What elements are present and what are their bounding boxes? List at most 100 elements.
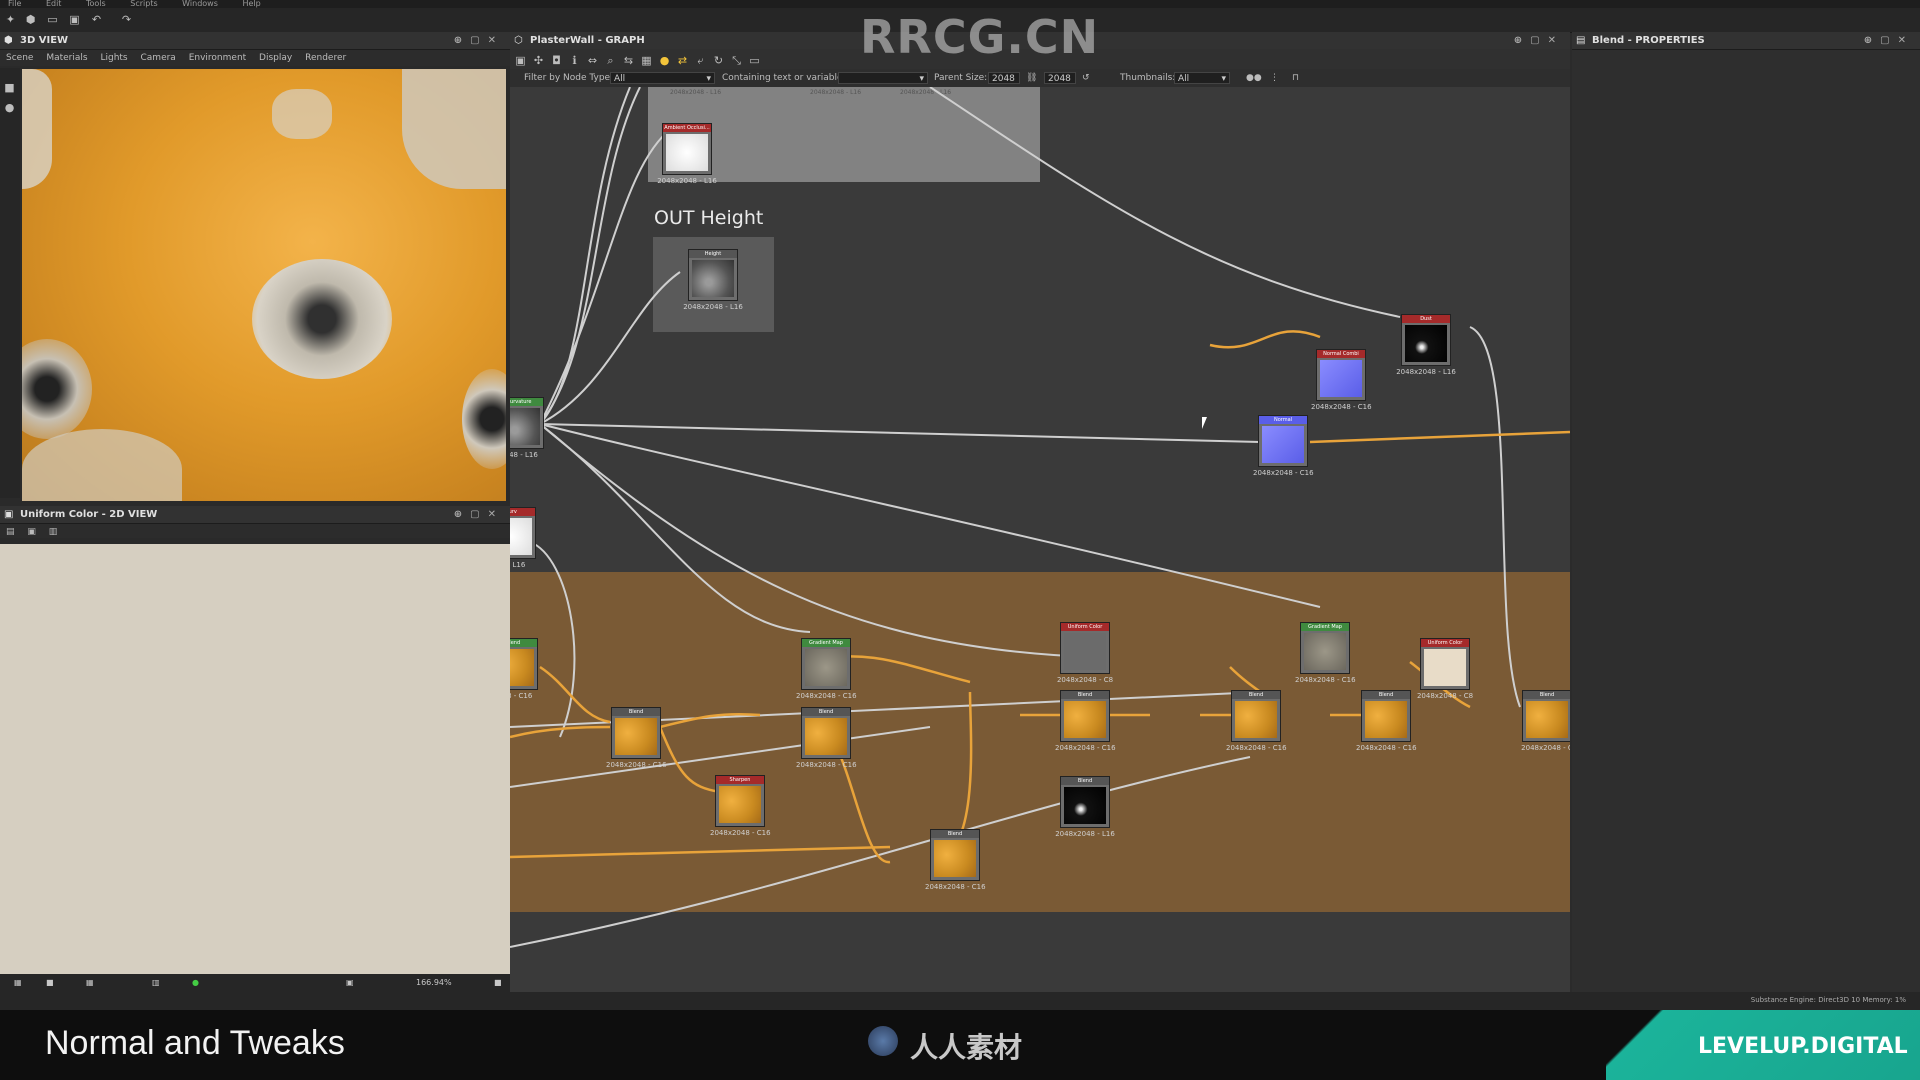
link-icon[interactable]: ⇄	[676, 55, 689, 67]
menu-scripts[interactable]: Scripts	[130, 0, 157, 8]
align-icon[interactable]: ⇔	[586, 55, 599, 67]
node-dust[interactable]: Dust 2048x2048 - L16	[1396, 314, 1456, 376]
zoom-icon[interactable]: ⌕	[604, 55, 617, 67]
menu-camera[interactable]: Camera	[141, 53, 176, 63]
properties-header: ▤ Blend - PROPERTIES ⊕▢✕	[1572, 32, 1920, 50]
color-icon[interactable]: ●	[192, 974, 199, 992]
grid-icon[interactable]: ▦	[86, 974, 94, 992]
camera-icon[interactable]: ■	[3, 82, 16, 94]
refresh-icon[interactable]: ↻	[712, 55, 725, 67]
layout-icon[interactable]: ▦	[640, 55, 653, 67]
thumbnails-select[interactable]: All ▾	[1174, 72, 1230, 84]
node-height[interactable]: Height 2048x2048 - L16	[683, 249, 743, 311]
snapshot-icon[interactable]: ◘	[550, 55, 563, 67]
bulb-icon[interactable]: ●	[658, 55, 671, 67]
graph-title: PlasterWall - GRAPH	[530, 35, 645, 46]
undo-icon[interactable]: ↶	[90, 14, 103, 26]
wand-icon[interactable]: ⤡	[730, 55, 743, 67]
node-blend-6[interactable]: Blend 2048x2048 - C16	[925, 829, 986, 891]
menu-environment[interactable]: Environment	[189, 53, 246, 63]
graph-canvas[interactable]: 2048x2048 - L16 2048x2048 - L16 2048x204…	[510, 87, 1570, 992]
node-blend-4[interactable]: Blend 2048x2048 - C16	[1226, 690, 1287, 752]
export-icon[interactable]: ▭	[748, 55, 761, 67]
parent-size-select-b[interactable]: 2048	[1044, 72, 1076, 84]
view2d-save-icon[interactable]: ▣	[27, 527, 36, 537]
menu-lights[interactable]: Lights	[100, 53, 127, 63]
toggle-icon-1[interactable]: ●●	[1246, 69, 1262, 87]
menu-renderer[interactable]: Renderer	[305, 53, 346, 63]
menu-help[interactable]: Help	[242, 0, 260, 8]
menu-edit[interactable]: Edit	[46, 0, 62, 8]
connect-icon[interactable]: ⇆	[622, 55, 635, 67]
select-icon[interactable]: ✣	[532, 55, 545, 67]
view2d-icon: ▣	[4, 509, 14, 520]
frame-icon[interactable]: ▣	[514, 55, 527, 67]
fit-icon[interactable]: ▣	[346, 974, 354, 992]
view3d-header: ⬢ 3D VIEW ⊕▢✕	[0, 32, 510, 50]
layers-icon[interactable]: ▦	[14, 974, 22, 992]
view2d-copy-icon[interactable]: ▥	[49, 527, 58, 537]
toggle-icon-2[interactable]: ⋮	[1270, 69, 1279, 87]
panel-controls[interactable]: ⊕▢✕	[1514, 32, 1564, 49]
menu-tools[interactable]: Tools	[86, 0, 106, 8]
node-uniform-color-1[interactable]: Uniform Color 2048x2048 - C8	[1057, 622, 1113, 684]
view2d-header: ▣ Uniform Color - 2D VIEW ⊕▢✕	[0, 506, 510, 524]
node-curvature[interactable]: Curvature 2048 - L16	[510, 397, 544, 459]
view2d-toolbar: ▤ ▣ ▥	[0, 524, 510, 538]
graph-icon: ⬡	[514, 35, 523, 46]
node-blend-black[interactable]: Blend 2048x2048 - L16	[1055, 776, 1115, 838]
menu-windows[interactable]: Windows	[182, 0, 218, 8]
node-gradient-map-2[interactable]: Gradient Map 2048x2048 - C16	[1295, 622, 1356, 684]
menu-scene[interactable]: Scene	[6, 53, 33, 63]
info-icon[interactable]: ℹ	[568, 55, 581, 67]
mouse-cursor	[1202, 417, 1207, 429]
lock-icon[interactable]: ■	[494, 974, 502, 992]
link-size-icon[interactable]: ⛓	[1026, 69, 1037, 87]
node-blend-3[interactable]: Blend 2048x2048 - C16	[1055, 690, 1116, 752]
save-icon[interactable]: ▣	[68, 14, 81, 26]
reset-size-icon[interactable]: ↺	[1082, 69, 1090, 87]
panel-controls[interactable]: ⊕▢✕	[454, 32, 504, 49]
view3d-panel: ⬢ 3D VIEW ⊕▢✕ Scene Materials Lights Cam…	[0, 32, 510, 506]
view2d-footer: ▦ ■ ▦ ▥ ● ▣ 166.94% ■	[0, 974, 510, 992]
node-curv-red[interactable]: Curv 48 - L16	[510, 507, 536, 569]
parent-size-select-a[interactable]: 2048	[988, 72, 1020, 84]
properties-panel: ▤ Blend - PROPERTIES ⊕▢✕	[1572, 32, 1920, 992]
menu-file[interactable]: File	[8, 0, 21, 8]
histogram-icon[interactable]: ▥	[152, 974, 160, 992]
node-uniform-color-2[interactable]: Uniform Color 2048x2048 - C8	[1417, 638, 1473, 700]
menu-materials[interactable]: Materials	[46, 53, 87, 63]
lesson-title: Normal and Tweaks	[45, 1024, 345, 1062]
node-gradient-map-1[interactable]: Gradient Map 2048x2048 - C16	[796, 638, 857, 700]
3d-viewport[interactable]	[22, 69, 506, 501]
node-normal[interactable]: Normal 2048x2048 - C16	[1253, 415, 1314, 477]
panel-controls[interactable]: ⊕▢✕	[1864, 32, 1914, 49]
node-ambient-occlusion[interactable]: Ambient Occlusi... 2048x2048 - L16	[657, 123, 717, 185]
new-substance-icon[interactable]: ✦	[4, 14, 17, 26]
toggle-icon-3[interactable]: ⊓	[1292, 69, 1299, 87]
redo-icon[interactable]: ↷	[120, 14, 133, 26]
light-icon[interactable]: ●	[3, 102, 16, 114]
node-blend-2[interactable]: Blend 2048x2048 - C16	[796, 707, 857, 769]
node-normal-combine[interactable]: Normal Combi 2048x2048 - C16	[1311, 349, 1372, 411]
view2d-layout-icon[interactable]: ▤	[6, 527, 15, 537]
properties-icon: ▤	[1576, 35, 1586, 46]
panel-controls[interactable]: ⊕▢✕	[454, 506, 504, 523]
new-package-icon[interactable]: ⬢	[24, 14, 37, 26]
search-field-label: Containing text or variable	[722, 73, 843, 83]
view2d-canvas[interactable]	[0, 544, 510, 974]
node-sharpen[interactable]: Sharpen 2048x2048 - C16	[710, 775, 771, 837]
filter-type-select[interactable]: All ▾	[610, 72, 715, 84]
menu-display[interactable]: Display	[259, 53, 292, 63]
node-blend-1[interactable]: Blend 2048x2048 - C16	[606, 707, 667, 769]
search-input[interactable]: ▾	[838, 72, 928, 84]
tool-icon[interactable]: ⤶	[694, 55, 707, 67]
properties-title: Blend - PROPERTIES	[1592, 35, 1705, 46]
node-blend-5[interactable]: Blend 2048x2048 - C16	[1356, 690, 1417, 752]
brand-center-text: 人人素材	[910, 1031, 1023, 1064]
open-folder-icon[interactable]: ▭	[46, 14, 59, 26]
node-blend-left[interactable]: Blend 2048 - C16	[510, 638, 538, 700]
node-blend-7[interactable]: Blend 2048x2048 - C	[1521, 690, 1570, 752]
channels-icon[interactable]: ■	[46, 974, 54, 992]
view2d-title: Uniform Color - 2D VIEW	[20, 509, 158, 520]
